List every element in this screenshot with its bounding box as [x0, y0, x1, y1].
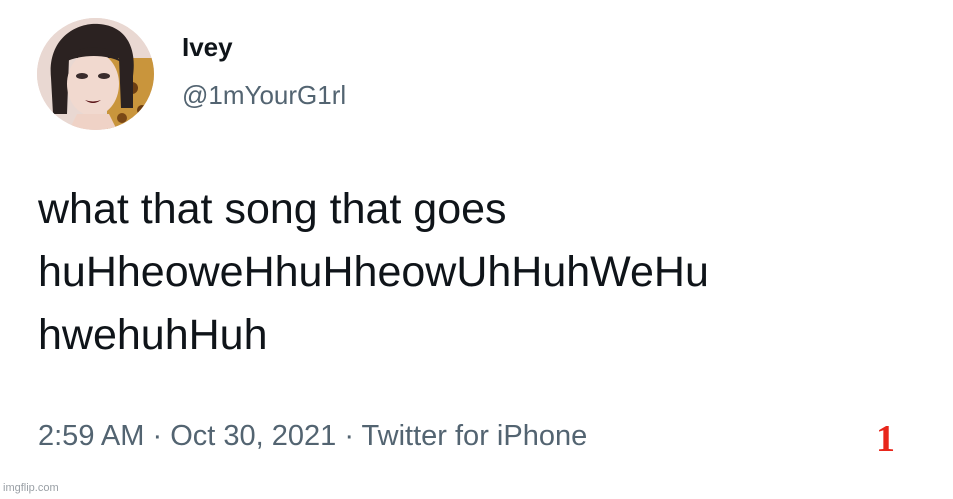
tweet-source[interactable]: Twitter for iPhone	[362, 420, 588, 452]
user-handle[interactable]: @1mYourG1rl	[182, 80, 346, 111]
tweet-time[interactable]: 2:59 AM	[38, 420, 144, 452]
separator-dot: ·	[152, 420, 163, 452]
tweet-text-line: what that song that goes	[38, 185, 507, 233]
watermark: imgflip.com	[3, 482, 59, 494]
display-name[interactable]: Ivey	[182, 32, 233, 63]
tweet-text-line: hwehuhHuh	[38, 311, 268, 359]
overlay-number: 1	[876, 418, 895, 460]
tweet-metadata: 2:59 AM · Oct 30, 2021 · Twitter for iPh…	[38, 420, 587, 453]
avatar-photo	[37, 18, 154, 130]
tweet-date[interactable]: Oct 30, 2021	[170, 420, 336, 452]
tweet-card: Ivey @1mYourG1rl what that song that goe…	[0, 0, 953, 499]
tweet-text-line: huHheoweHhuHheowUhHuhWeHu	[38, 248, 709, 296]
tweet-text: what that song that goes huHheoweHhuHheo…	[38, 178, 928, 367]
separator-dot: ·	[344, 420, 354, 452]
avatar[interactable]	[37, 18, 154, 130]
